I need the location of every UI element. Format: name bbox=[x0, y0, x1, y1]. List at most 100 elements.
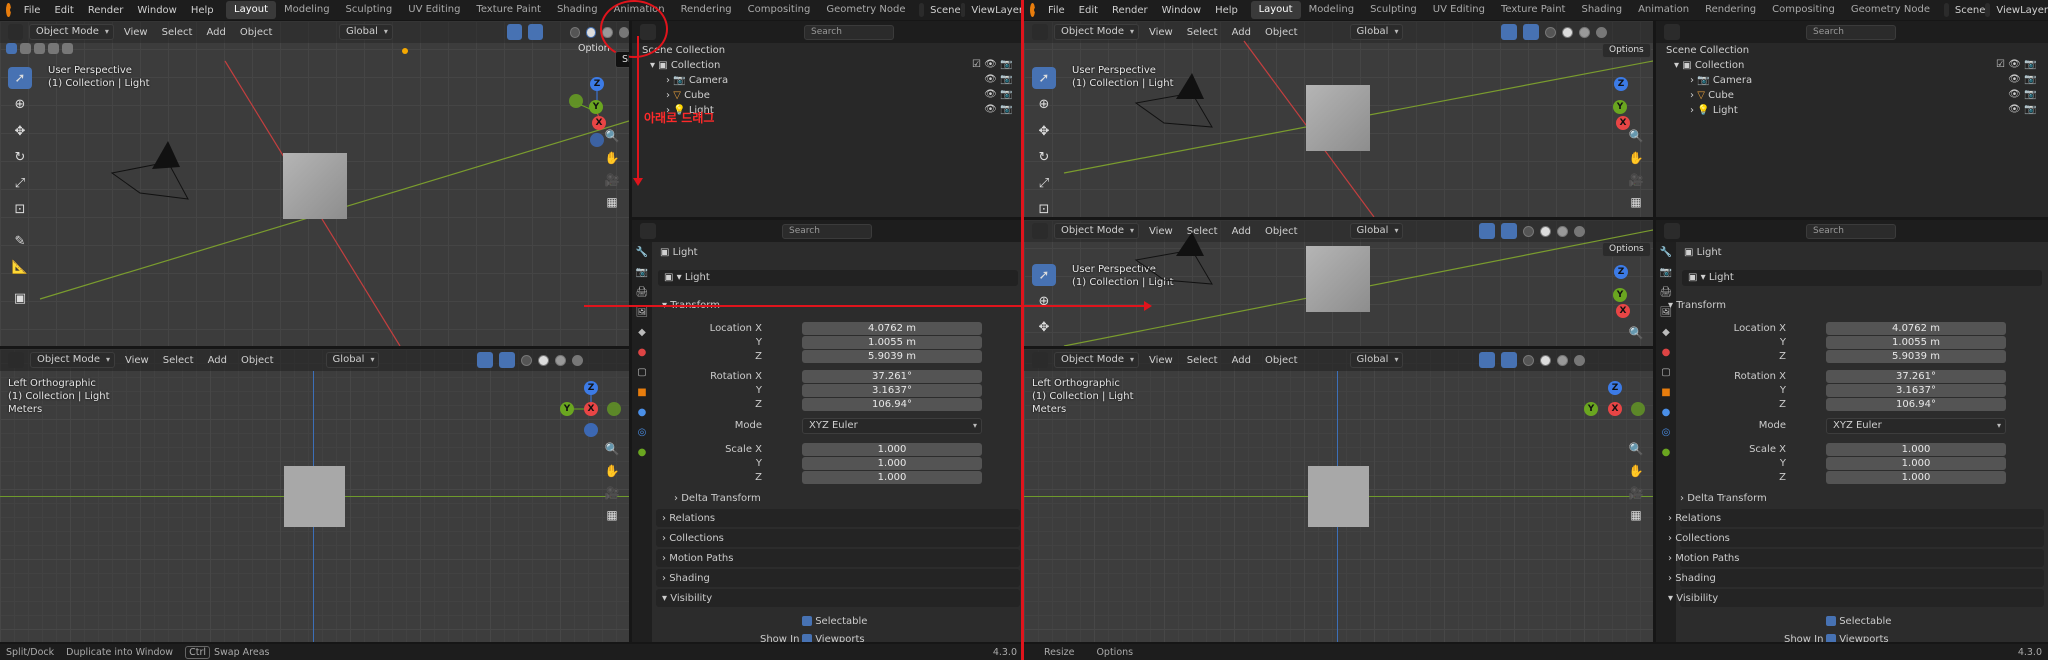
gizmo-z-axis[interactable]: Z bbox=[1614, 77, 1628, 91]
wireframe-shading-icon[interactable] bbox=[521, 354, 533, 366]
editor-type-icon[interactable] bbox=[1664, 223, 1680, 239]
solid-shading-icon[interactable] bbox=[538, 354, 550, 366]
pan-hand-icon[interactable]: ✋ bbox=[601, 460, 623, 482]
gizmo-neg-z[interactable] bbox=[584, 423, 598, 437]
gizmo-neg-y[interactable] bbox=[607, 402, 621, 416]
cursor-tool-icon[interactable]: ⊕ bbox=[8, 93, 32, 115]
snap-icon[interactable] bbox=[407, 352, 423, 368]
scale-tool-icon[interactable]: ⤢ bbox=[8, 172, 32, 194]
gizmo-x-axis[interactable]: X bbox=[1616, 304, 1630, 318]
cube-object[interactable] bbox=[1308, 466, 1369, 527]
menu-select[interactable]: Select bbox=[1183, 355, 1222, 366]
scale-z-field[interactable]: 1.000 bbox=[802, 471, 982, 484]
tab-modeling[interactable]: Modeling bbox=[1301, 1, 1363, 19]
data-name-row[interactable]: ▣ ▾ Light bbox=[1682, 270, 2042, 286]
camera-view-icon[interactable]: 🎥 bbox=[601, 169, 623, 191]
transform-orientation-dropdown[interactable]: Global bbox=[325, 352, 380, 368]
scene-collection-row[interactable]: Scene Collection bbox=[1666, 43, 1749, 58]
measure-tool-icon[interactable]: 📐 bbox=[8, 256, 32, 278]
checkbox-icon[interactable]: ☑ 👁 📷 bbox=[972, 57, 1012, 72]
material-shading-icon[interactable] bbox=[1557, 354, 1569, 366]
cube-object[interactable] bbox=[283, 153, 347, 219]
menu-edit[interactable]: Edit bbox=[1072, 5, 1105, 16]
tab-texture-paint[interactable]: Texture Paint bbox=[468, 1, 549, 19]
select-tool-icon[interactable]: ➚ bbox=[8, 67, 32, 89]
tab-rendering[interactable]: Rendering bbox=[673, 1, 740, 19]
transform-section[interactable]: ▾ Transform bbox=[1668, 300, 1726, 311]
menu-file[interactable]: File bbox=[1041, 5, 1072, 16]
tab-layout[interactable]: Layout bbox=[226, 1, 277, 19]
data-name-field[interactable]: Light bbox=[1709, 272, 1734, 283]
move-tool-icon[interactable]: ✥ bbox=[8, 120, 32, 142]
transform-tool-icon[interactable]: ⊡ bbox=[8, 198, 32, 220]
delta-transform-section[interactable]: › Delta Transform bbox=[1680, 493, 1767, 504]
menu-file[interactable]: File bbox=[17, 5, 48, 16]
outliner-item-camera[interactable]: › 📷 Camera bbox=[666, 73, 728, 88]
perspective-toggle-icon[interactable]: ▦ bbox=[601, 191, 623, 213]
gizmo-x-axis[interactable]: X bbox=[1608, 402, 1622, 416]
viewport-perspective-right-top[interactable]: Object Mode View Select Add Object Globa… bbox=[1024, 21, 1653, 217]
shading-section[interactable]: › Shading bbox=[1668, 573, 1716, 584]
blender-logo-icon[interactable] bbox=[1030, 3, 1040, 17]
collection-row[interactable]: ▾ ▣ Collection bbox=[1674, 58, 1744, 73]
viewlayer-name[interactable]: ViewLayer bbox=[1990, 5, 2048, 16]
selectable-checkbox[interactable]: Selectable bbox=[1826, 616, 1891, 627]
menu-render[interactable]: Render bbox=[81, 5, 131, 16]
camera-view-icon[interactable]: 🎥 bbox=[601, 482, 623, 504]
scene-name[interactable]: Scene bbox=[924, 5, 961, 16]
tab-sculpting[interactable]: Sculpting bbox=[1362, 1, 1425, 19]
location-y-field[interactable]: 1.0055 m bbox=[802, 336, 982, 349]
tool-tab-icon[interactable]: 🔧 bbox=[635, 246, 649, 260]
rotation-mode-dropdown[interactable]: XYZ Euler bbox=[802, 418, 982, 434]
gizmo-toggle-icon[interactable] bbox=[1479, 352, 1496, 368]
cube-object[interactable] bbox=[1306, 85, 1370, 151]
collections-section[interactable]: › Collections bbox=[662, 533, 724, 544]
scale-tool-icon[interactable]: ⤢ bbox=[1032, 172, 1056, 194]
cube-object[interactable] bbox=[284, 466, 345, 527]
pivot-icon[interactable] bbox=[385, 352, 401, 368]
scale-y-field[interactable]: 1.000 bbox=[1826, 457, 2006, 470]
collection-row[interactable]: ▾ ▣ Collection bbox=[650, 58, 720, 73]
transform-orientation-dropdown[interactable]: Global bbox=[1349, 352, 1404, 368]
cursor-tool-icon[interactable]: ⊕ bbox=[1032, 290, 1056, 312]
viewport-orthographic-right[interactable]: Object Mode View Select Add Object Globa… bbox=[1024, 349, 1653, 642]
location-x-field[interactable]: 4.0762 m bbox=[802, 322, 982, 335]
scene-selector-icon[interactable] bbox=[919, 3, 925, 17]
gizmo-neg-y[interactable] bbox=[1631, 402, 1645, 416]
overlay-toggle-icon[interactable] bbox=[499, 352, 516, 368]
viewports-checkbox[interactable]: Viewports bbox=[802, 634, 865, 642]
transform-tool-icon[interactable]: ⊡ bbox=[1032, 198, 1056, 217]
delta-transform-section[interactable]: › Delta Transform bbox=[674, 493, 761, 504]
relations-section[interactable]: › Relations bbox=[662, 513, 715, 524]
annotate-tool-icon[interactable]: ✎ bbox=[8, 230, 32, 252]
viewlayer-icon[interactable] bbox=[1985, 3, 1991, 17]
eye-icon[interactable]: 👁 📷 bbox=[972, 87, 1012, 102]
add-cube-tool-icon[interactable]: ▣ bbox=[8, 287, 32, 309]
tab-shading[interactable]: Shading bbox=[1573, 1, 1630, 19]
view-layer-tab-icon[interactable]: 🖼 bbox=[635, 306, 649, 320]
material-shading-icon[interactable] bbox=[555, 354, 567, 366]
snap-icon[interactable] bbox=[1431, 352, 1447, 368]
scene-name[interactable]: Scene bbox=[1949, 5, 1986, 16]
camera-view-icon[interactable]: 🎥 bbox=[1625, 169, 1647, 191]
menu-object[interactable]: Object bbox=[237, 355, 278, 366]
tab-compositing[interactable]: Compositing bbox=[740, 1, 819, 19]
menu-help[interactable]: Help bbox=[184, 5, 221, 16]
menu-add[interactable]: Add bbox=[204, 355, 231, 366]
zoom-icon[interactable]: 🔍 bbox=[601, 125, 623, 147]
location-z-field[interactable]: 5.9039 m bbox=[802, 350, 982, 363]
gizmo-neg-x[interactable] bbox=[569, 94, 583, 108]
menu-view[interactable]: View bbox=[121, 355, 153, 366]
object-mode-dropdown[interactable]: Object Mode bbox=[30, 352, 115, 368]
zoom-icon[interactable]: 🔍 bbox=[601, 438, 623, 460]
eye-icon[interactable]: 👁 📷 bbox=[1996, 102, 2036, 117]
gizmo-y-axis[interactable]: Y bbox=[589, 100, 603, 114]
motion-paths-section[interactable]: › Motion Paths bbox=[1668, 553, 1739, 564]
rotation-x-field[interactable]: 37.261° bbox=[1826, 370, 2006, 383]
menu-render[interactable]: Render bbox=[1105, 5, 1155, 16]
gizmo-z-axis[interactable]: Z bbox=[1614, 265, 1628, 279]
move-tool-icon[interactable]: ✥ bbox=[1032, 316, 1056, 338]
pan-hand-icon[interactable]: ✋ bbox=[1625, 147, 1647, 169]
gizmo-z-axis[interactable]: Z bbox=[590, 77, 604, 91]
gizmo-z-axis[interactable]: Z bbox=[584, 381, 598, 395]
